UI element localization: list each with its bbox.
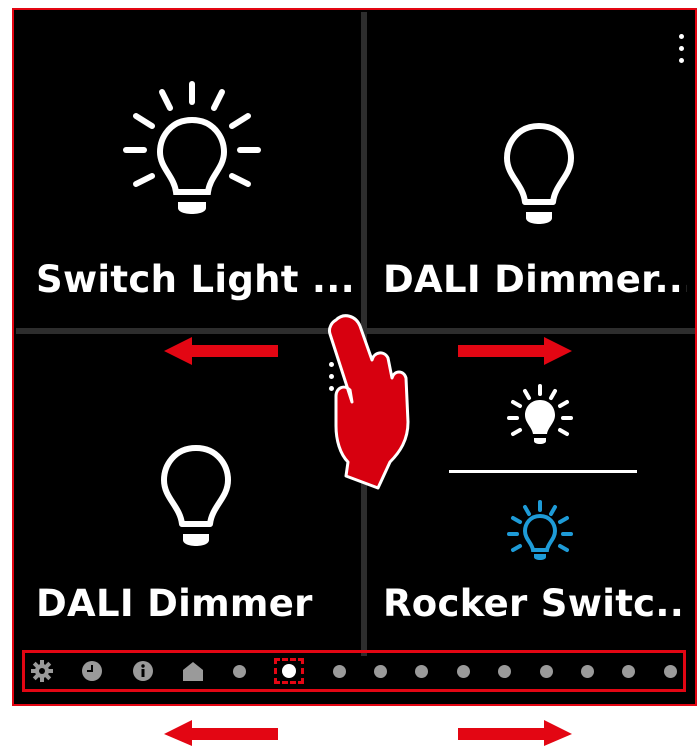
more-options-icon[interactable]	[676, 34, 686, 74]
tile-dali-dimmer-1[interactable]: DALI Dimmer...	[367, 12, 695, 328]
page-dot-active-highlight[interactable]	[274, 658, 305, 684]
light-bulb-icon	[504, 123, 574, 224]
light-bulb-off-icon[interactable]	[507, 500, 573, 566]
page-dot[interactable]	[622, 664, 636, 678]
page-dot[interactable]	[373, 664, 387, 678]
page-dot[interactable]	[415, 664, 429, 678]
page-dot[interactable]	[232, 664, 246, 678]
tile-dali-dimmer-2[interactable]: DALI Dimmer	[16, 334, 361, 656]
tile-switch-light[interactable]: Switch Light ...	[16, 12, 361, 328]
light-bulb-on-icon	[123, 81, 261, 214]
page-dot[interactable]	[581, 664, 595, 678]
tile-label: DALI Dimmer...	[383, 258, 687, 301]
gear-icon[interactable]	[31, 660, 53, 682]
page-dot[interactable]	[456, 664, 470, 678]
hand-swipe-icon	[328, 314, 410, 490]
page-dot[interactable]	[498, 664, 512, 678]
separator-line	[449, 470, 637, 473]
page-dot[interactable]	[539, 664, 553, 678]
tile-label: Switch Light ...	[36, 258, 353, 301]
arrow-left-icon	[164, 337, 278, 365]
info-icon[interactable]	[132, 660, 154, 682]
clock-icon[interactable]	[81, 660, 103, 682]
page-dot-active[interactable]	[282, 664, 297, 678]
page-dot[interactable]	[663, 664, 677, 678]
home-icon[interactable]	[182, 660, 204, 682]
page-dot[interactable]	[332, 664, 346, 678]
tile-label: Rocker Switc...	[383, 582, 687, 625]
arrow-left-icon	[164, 720, 278, 746]
page-indicator-bar	[22, 650, 686, 692]
light-bulb-on-icon[interactable]	[507, 384, 573, 450]
arrow-right-icon	[458, 337, 572, 365]
tile-rocker-switch[interactable]: Rocker Switc...	[367, 334, 695, 656]
tile-label: DALI Dimmer	[36, 582, 313, 625]
light-bulb-icon	[161, 445, 231, 546]
arrow-right-icon	[458, 720, 572, 746]
